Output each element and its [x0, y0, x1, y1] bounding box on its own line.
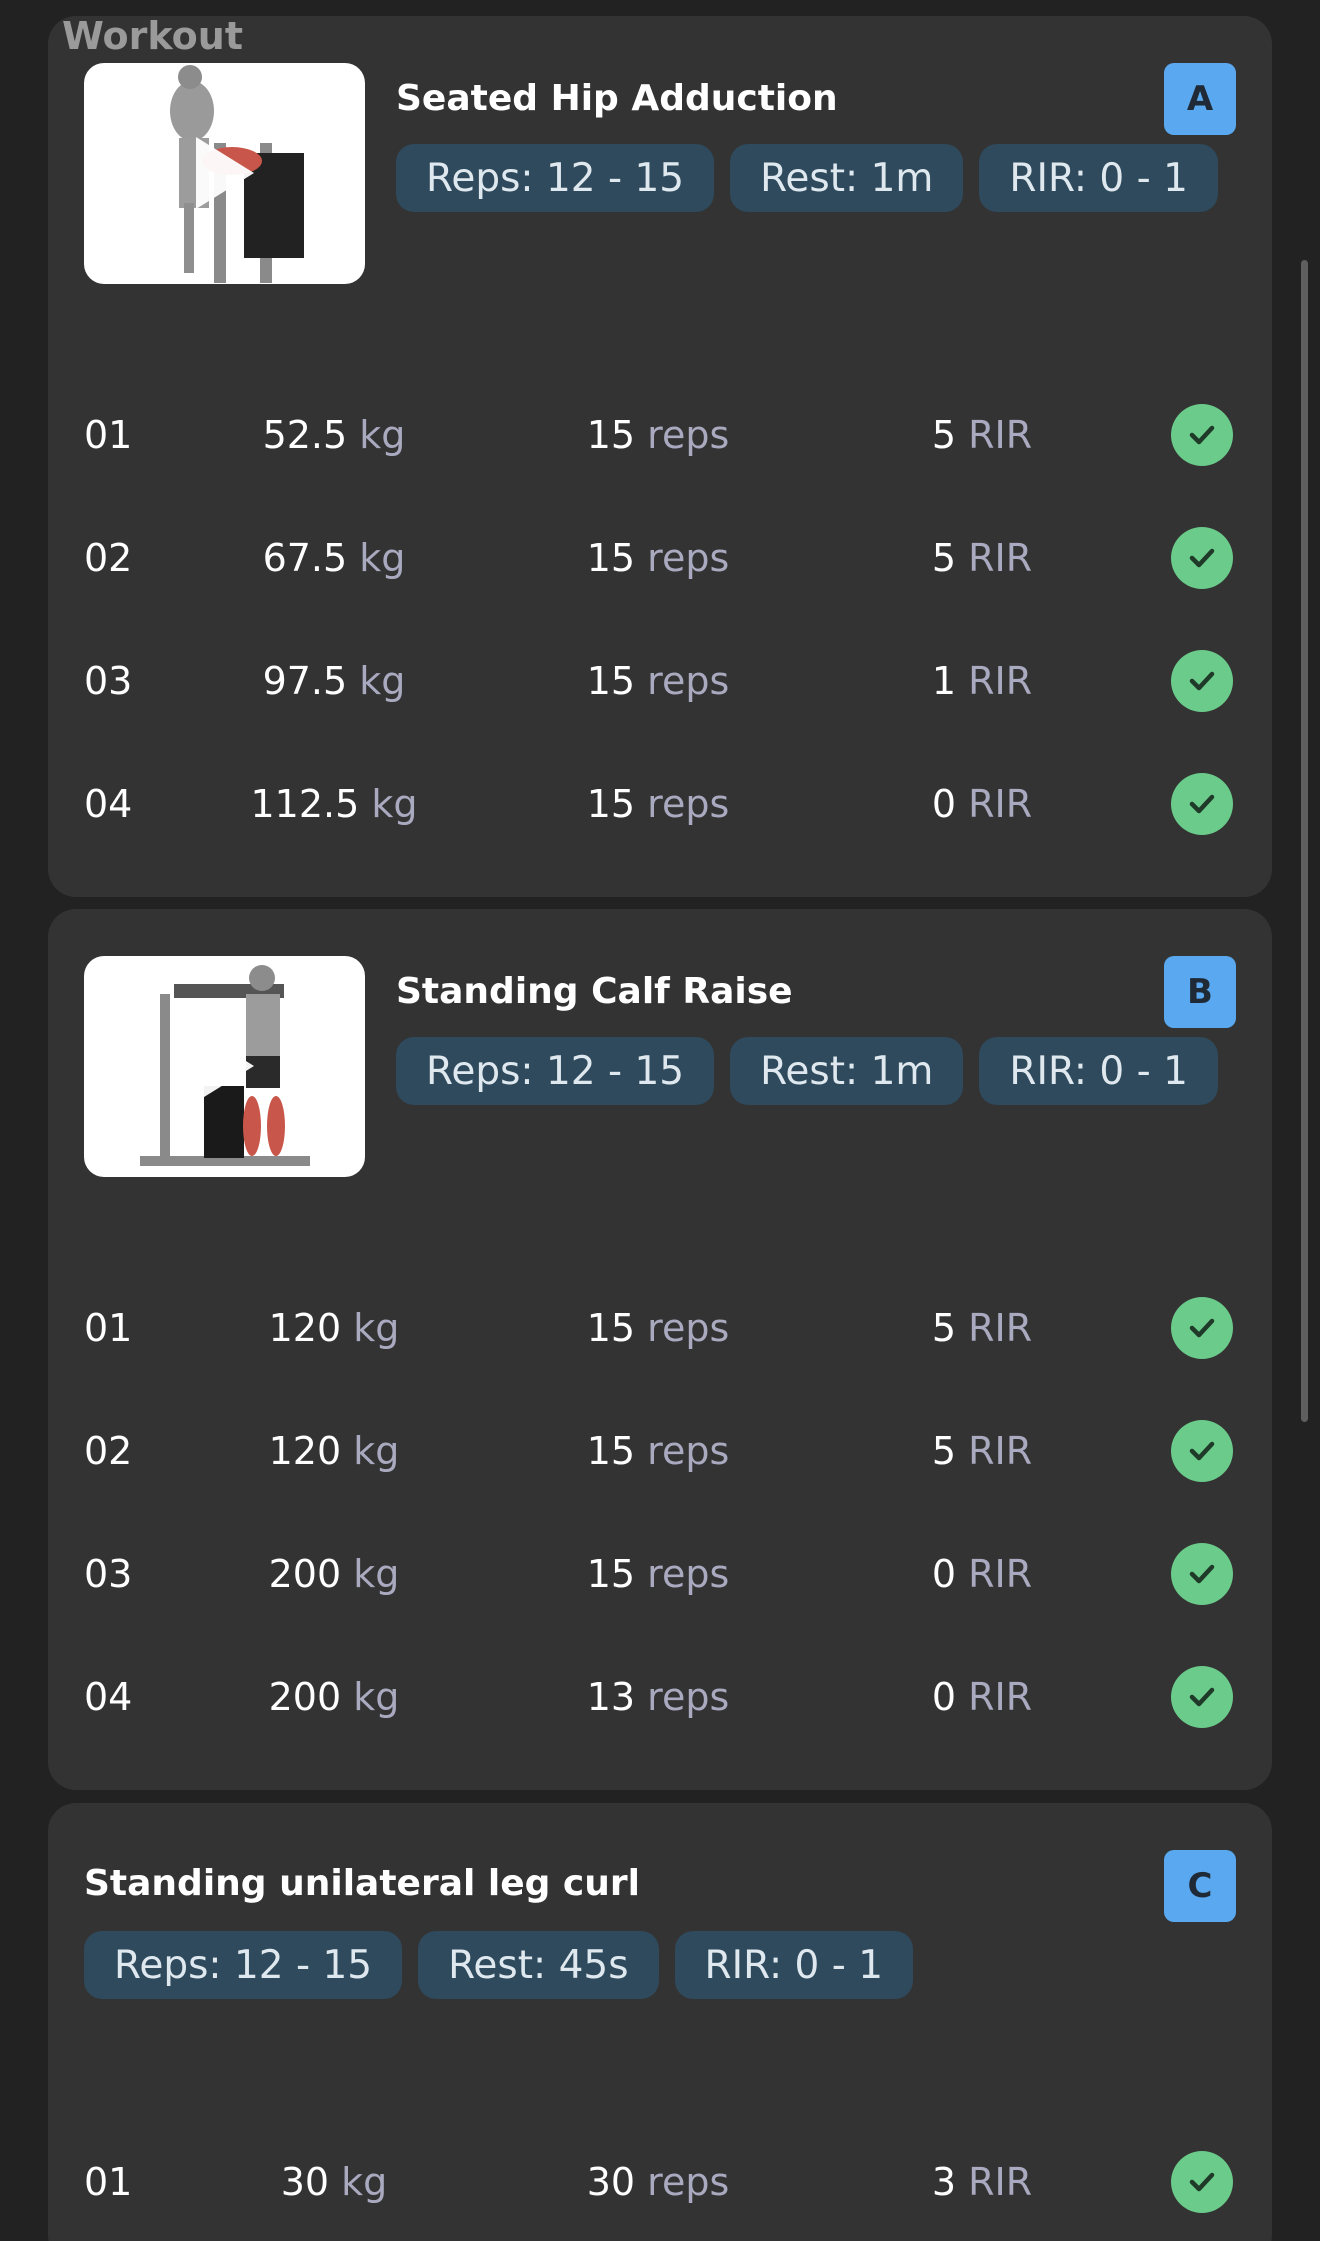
superset-badge: A	[1164, 63, 1236, 135]
check-icon[interactable]	[1171, 526, 1233, 589]
check-icon[interactable]	[1171, 1665, 1233, 1728]
set-row[interactable]: 01 52.5 kg 15 reps 5 RIR	[48, 373, 1272, 496]
exercise-video-thumbnail[interactable]	[84, 956, 365, 1177]
set-row[interactable]: 03 97.5 kg 15 reps 1 RIR	[48, 619, 1272, 742]
exercise-card-b: Standing Calf Raise Reps: 12 - 15 Rest: …	[48, 909, 1272, 1790]
reps-target-chip: Reps: 12 - 15	[84, 1931, 403, 1999]
set-row[interactable]: 04 112.5 kg 15 reps 0 RIR	[48, 742, 1272, 865]
reps-target-chip: Reps: 12 - 15	[396, 1037, 715, 1105]
set-reps[interactable]: 15 reps	[587, 782, 730, 826]
set-reps[interactable]: 15 reps	[587, 413, 730, 457]
play-icon	[196, 1030, 254, 1102]
check-icon[interactable]	[1171, 1419, 1233, 1482]
set-rir[interactable]: 5 RIR	[932, 1429, 1032, 1473]
set-number: 03	[84, 658, 133, 703]
set-row[interactable]: 03 200 kg 15 reps 0 RIR	[48, 1512, 1272, 1635]
set-number: 01	[84, 2159, 133, 2204]
set-reps[interactable]: 13 reps	[587, 1675, 730, 1719]
exercise-targets: Reps: 12 - 15 Rest: 1m RIR: 0 - 1	[396, 144, 1218, 212]
set-reps[interactable]: 15 reps	[587, 1429, 730, 1473]
set-row[interactable]: 02 120 kg 15 reps 5 RIR	[48, 1389, 1272, 1512]
set-rir[interactable]: 3 RIR	[932, 2160, 1032, 2204]
set-reps[interactable]: 15 reps	[587, 1552, 730, 1596]
rest-target-chip: Rest: 1m	[730, 1037, 964, 1105]
set-row[interactable]: 02 67.5 kg 15 reps 5 RIR	[48, 496, 1272, 619]
set-number: 03	[84, 1551, 133, 1596]
set-number: 02	[84, 535, 133, 580]
check-icon[interactable]	[1171, 2150, 1233, 2213]
check-icon[interactable]	[1171, 649, 1233, 712]
set-row[interactable]: 04 200 kg 13 reps 0 RIR	[48, 1635, 1272, 1758]
exercise-video-thumbnail[interactable]	[84, 63, 365, 284]
set-weight[interactable]: 120 kg	[269, 1429, 400, 1473]
rir-target-chip: RIR: 0 - 1	[674, 1931, 914, 1999]
superset-badge: B	[1164, 956, 1236, 1028]
rest-target-chip: Rest: 1m	[730, 144, 964, 212]
set-rir[interactable]: 0 RIR	[932, 1675, 1032, 1719]
exercise-name: Standing unilateral leg curl	[84, 1863, 640, 1904]
set-number: 01	[84, 412, 133, 457]
exercise-targets: Reps: 12 - 15 Rest: 45s RIR: 0 - 1	[84, 1931, 914, 1999]
set-weight[interactable]: 97.5 kg	[263, 659, 406, 703]
exercise-name: Seated Hip Adduction	[396, 78, 838, 119]
set-row[interactable]: 01 120 kg 15 reps 5 RIR	[48, 1266, 1272, 1389]
set-list: 01 120 kg 15 reps 5 RIR 02 120 kg 15 rep…	[48, 1266, 1272, 1758]
set-weight[interactable]: 30 kg	[281, 2160, 388, 2204]
set-reps[interactable]: 15 reps	[587, 536, 730, 580]
set-number: 04	[84, 1674, 133, 1719]
reps-target-chip: Reps: 12 - 15	[396, 144, 715, 212]
set-weight[interactable]: 200 kg	[269, 1675, 400, 1719]
set-weight[interactable]: 52.5 kg	[263, 413, 406, 457]
scrollbar[interactable]	[1301, 260, 1308, 1422]
check-icon[interactable]	[1171, 403, 1233, 466]
exercise-card-c: Standing unilateral leg curl Reps: 12 - …	[48, 1803, 1272, 2241]
exercise-name: Standing Calf Raise	[396, 971, 793, 1012]
exercise-targets: Reps: 12 - 15 Rest: 1m RIR: 0 - 1	[396, 1037, 1218, 1105]
set-reps[interactable]: 30 reps	[587, 2160, 730, 2204]
set-rir[interactable]: 5 RIR	[932, 1306, 1032, 1350]
set-number: 01	[84, 1305, 133, 1350]
check-icon[interactable]	[1171, 772, 1233, 835]
set-reps[interactable]: 15 reps	[587, 659, 730, 703]
set-row[interactable]: 01 30 kg 30 reps 3 RIR	[48, 2120, 1272, 2241]
set-reps[interactable]: 15 reps	[587, 1306, 730, 1350]
set-rir[interactable]: 5 RIR	[932, 413, 1032, 457]
play-icon	[196, 137, 254, 209]
exercise-card-a: Seated Hip Adduction Reps: 12 - 15 Rest:…	[48, 16, 1272, 897]
set-weight[interactable]: 200 kg	[269, 1552, 400, 1596]
check-icon[interactable]	[1171, 1542, 1233, 1605]
rest-target-chip: Rest: 45s	[418, 1931, 659, 1999]
page-title: Workout	[62, 14, 243, 58]
set-weight[interactable]: 112.5 kg	[250, 782, 417, 826]
set-weight[interactable]: 120 kg	[269, 1306, 400, 1350]
set-number: 04	[84, 781, 133, 826]
set-list: 01 30 kg 30 reps 3 RIR	[48, 2120, 1272, 2241]
set-number: 02	[84, 1428, 133, 1473]
set-list: 01 52.5 kg 15 reps 5 RIR 02 67.5 kg 15 r…	[48, 373, 1272, 865]
superset-badge: C	[1164, 1850, 1236, 1922]
rir-target-chip: RIR: 0 - 1	[979, 144, 1218, 212]
check-icon[interactable]	[1171, 1296, 1233, 1359]
rir-target-chip: RIR: 0 - 1	[979, 1037, 1218, 1105]
set-rir[interactable]: 1 RIR	[932, 659, 1032, 703]
set-rir[interactable]: 5 RIR	[932, 536, 1032, 580]
set-rir[interactable]: 0 RIR	[932, 782, 1032, 826]
set-weight[interactable]: 67.5 kg	[263, 536, 406, 580]
set-rir[interactable]: 0 RIR	[932, 1552, 1032, 1596]
